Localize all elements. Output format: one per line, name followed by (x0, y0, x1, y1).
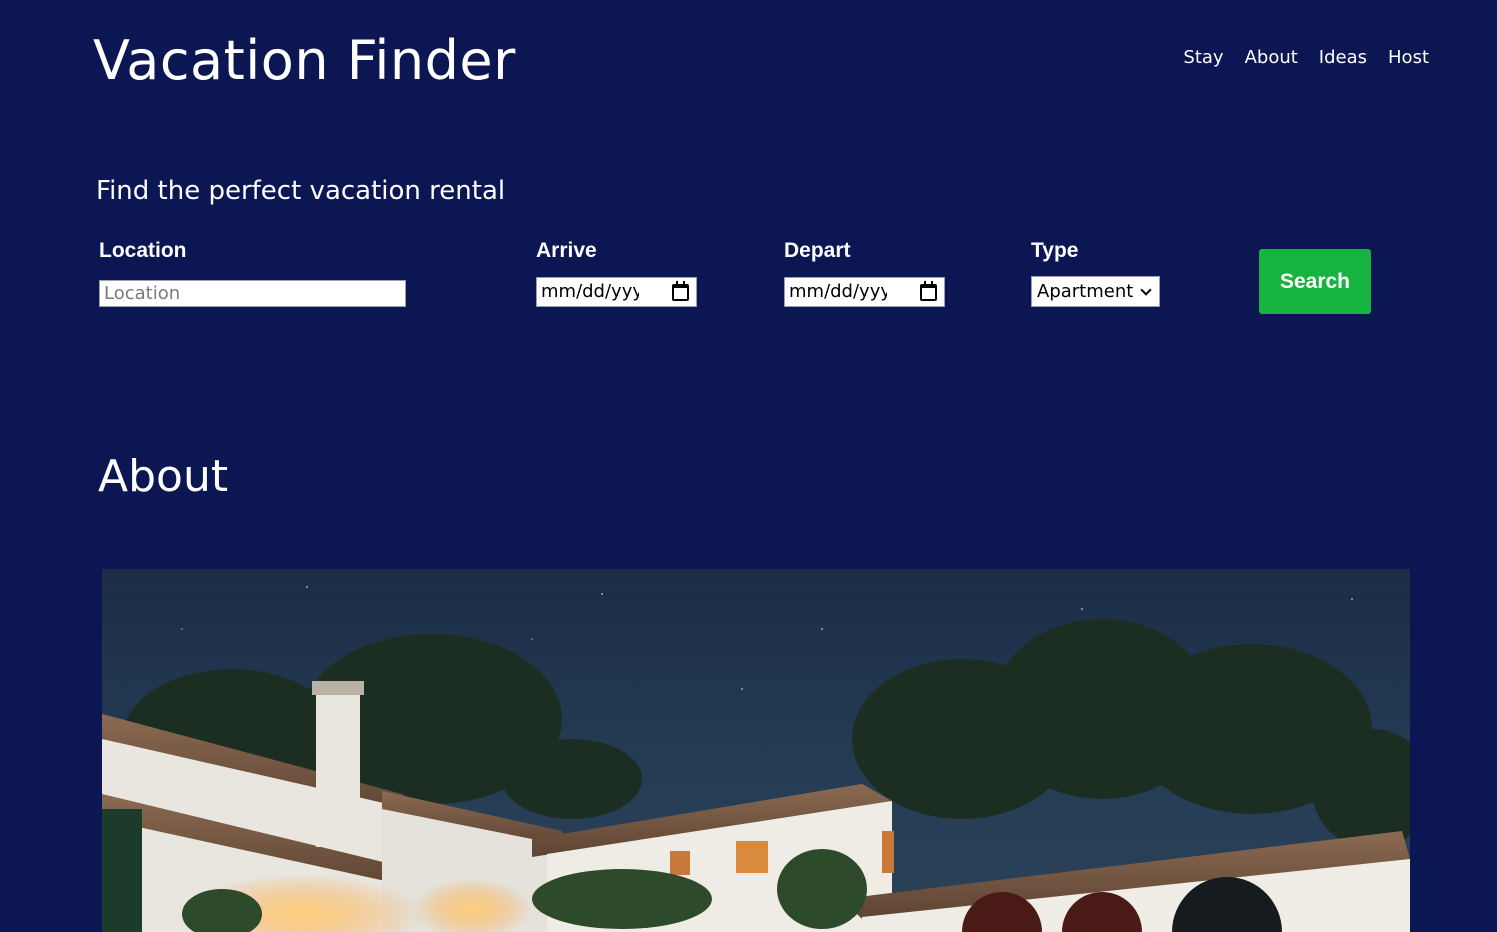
arrive-date-value: mm/dd/yyyy (541, 281, 639, 302)
type-select[interactable]: Apartment (1031, 276, 1160, 307)
calendar-icon[interactable] (672, 281, 689, 301)
nav-link-about[interactable]: About (1245, 46, 1298, 70)
type-selected-value: Apartment (1037, 281, 1134, 302)
depart-date-value: mm/dd/yyyy (789, 281, 887, 302)
calendar-icon[interactable] (920, 281, 937, 301)
site-title: Vacation Finder (93, 29, 516, 92)
search-tagline: Find the perfect vacation rental (96, 176, 506, 206)
location-input[interactable] (99, 280, 406, 307)
depart-label: Depart (784, 239, 851, 262)
about-heading: About (98, 451, 229, 502)
nav-link-host[interactable]: Host (1388, 46, 1429, 70)
top-nav: Stay About Ideas Host (1183, 46, 1429, 70)
nav-link-ideas[interactable]: Ideas (1319, 46, 1367, 70)
location-label: Location (99, 239, 187, 262)
arrive-label: Arrive (536, 239, 597, 262)
search-button[interactable]: Search (1259, 249, 1371, 314)
depart-date-input[interactable]: mm/dd/yyyy (784, 277, 945, 307)
arrive-date-input[interactable]: mm/dd/yyyy (536, 277, 697, 307)
nav-link-stay[interactable]: Stay (1183, 46, 1223, 70)
type-label: Type (1031, 239, 1079, 262)
chevron-down-icon (1140, 284, 1152, 296)
villa-at-night-photo (102, 569, 1410, 932)
